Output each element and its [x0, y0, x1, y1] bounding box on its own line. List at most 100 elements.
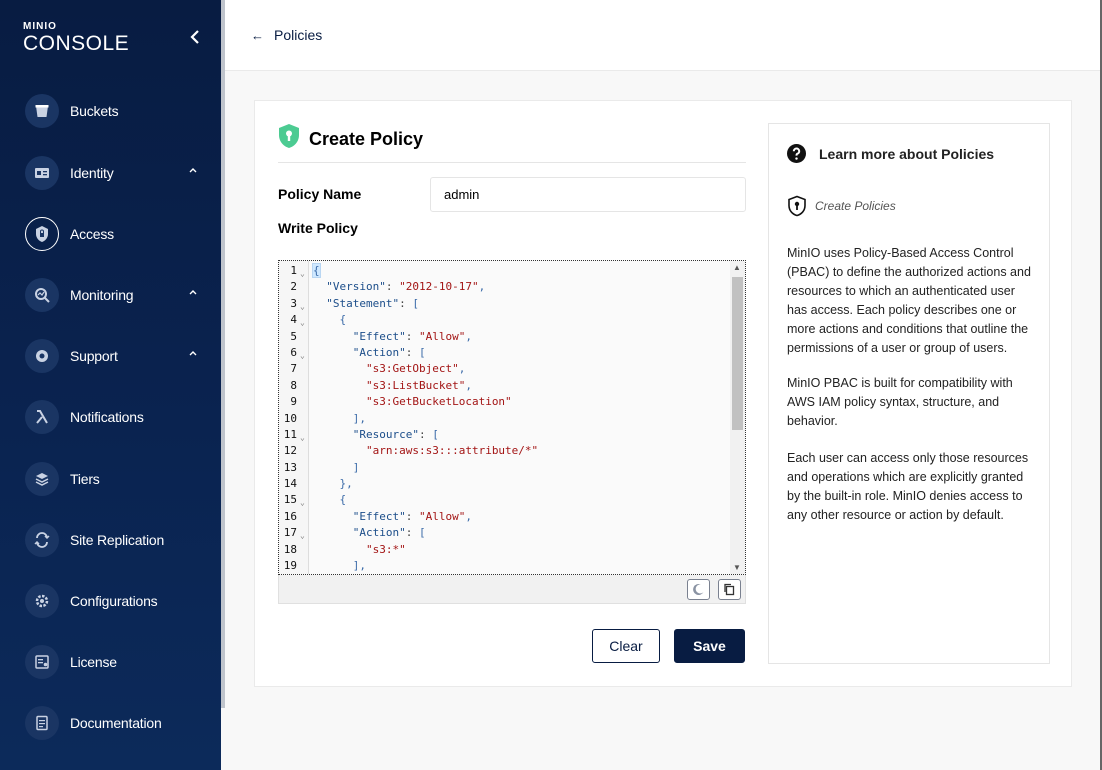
line-code: "s3:GetObject", [365, 362, 466, 376]
line-code: "Statement": [ [326, 296, 419, 310]
line-code: }, [339, 477, 353, 491]
line-number: 12 [283, 444, 297, 458]
code-line[interactable]: 5 "Effect": "Allow", [279, 329, 729, 345]
line-number: 18 [283, 542, 297, 556]
code-line[interactable]: 16 "Effect": "Allow", [279, 509, 729, 525]
arrow-left-icon: ← [251, 27, 264, 43]
sidebar-item-documentation[interactable]: Documentation [25, 705, 215, 741]
line-code: { [339, 313, 347, 327]
collapse-sidebar-button[interactable] [190, 30, 208, 52]
line-code: "s3:*" [365, 542, 406, 556]
help-title-row: Learn more about Policies [787, 144, 994, 163]
sidebar-item-label: Buckets [70, 103, 119, 119]
help-paragraph: Each user can access only those resource… [787, 451, 1029, 522]
line-number: 19 [283, 559, 297, 573]
page-header: ← Policies [225, 0, 1102, 71]
help-title: Learn more about Policies [819, 145, 995, 162]
line-number: 16 [283, 509, 297, 523]
code-line[interactable]: 9 "s3:GetBucketLocation" [279, 394, 729, 410]
monitoring-icon [25, 278, 59, 312]
code-line[interactable]: 13 ] [279, 460, 729, 476]
line-code: ] [352, 460, 360, 474]
code-line[interactable]: 7 "s3:GetObject", [279, 361, 729, 377]
line-number: 13 [283, 460, 297, 474]
code-line[interactable]: 17 ⌄ "Action": [ [279, 525, 729, 541]
code-line[interactable]: 2 "Version": "2012-10-17", [279, 279, 729, 295]
help-paragraph: MinIO uses Policy-Based Access Control (… [787, 246, 1031, 355]
sidebar-item-label: Notifications [70, 409, 144, 425]
line-number: 8 [290, 378, 297, 392]
create-policies-link[interactable]: Create Policies [787, 195, 896, 217]
editor-scroll-thumb[interactable] [732, 277, 743, 430]
sidebar-scrollbar[interactable] [221, 0, 225, 708]
sidebar: MINIO CONSOLE Buckets Identity Access Mo… [0, 0, 221, 770]
sidebar-item-site-replication[interactable]: Site Replication [25, 522, 215, 558]
sidebar-item-buckets[interactable]: Buckets [25, 93, 215, 129]
policy-code-editor[interactable]: 1 ⌄{2 "Version": "2012-10-17", 3 ⌄ "Stateme… [278, 260, 746, 575]
line-number: 2 [290, 280, 297, 294]
chevron-up-icon [189, 290, 197, 295]
editor-code-lines: 1 ⌄{2 "Version": "2012-10-17", 3 ⌄ "Stateme… [279, 263, 729, 574]
code-line[interactable]: 10 ], [279, 411, 729, 427]
scroll-up-icon[interactable]: ▲ [733, 263, 741, 272]
sidebar-item-monitoring[interactable]: Monitoring [25, 277, 215, 313]
logo-top-text: MINIO [23, 21, 57, 32]
sidebar-item-label: Support [70, 348, 118, 364]
moon-icon [693, 583, 704, 595]
sidebar-item-license[interactable]: License [25, 644, 215, 680]
code-line[interactable]: 1 ⌄{ [279, 263, 729, 279]
line-code: "Resource": [ [352, 427, 439, 441]
code-line[interactable]: 18 "s3:*" [279, 542, 729, 558]
line-code: "Effect": "Allow", [352, 509, 472, 523]
sidebar-item-configurations[interactable]: Configurations [25, 583, 215, 619]
line-code: { [312, 263, 321, 278]
code-line[interactable]: 4 ⌄ { [279, 312, 729, 328]
line-code: "Effect": "Allow", [352, 329, 472, 343]
document-icon [25, 706, 59, 740]
clear-button[interactable]: Clear [592, 629, 660, 663]
page-title-row: Create Policy [278, 123, 746, 163]
theme-toggle-button[interactable] [687, 579, 710, 600]
editor-toolbar [278, 575, 746, 604]
code-line[interactable]: 12 "arn:aws:s3:::attribute/*" [279, 443, 729, 459]
sidebar-item-access[interactable]: Access [25, 216, 215, 252]
sidebar-item-label: Documentation [70, 715, 162, 731]
policy-name-input[interactable] [430, 177, 746, 212]
shield-icon [279, 124, 299, 148]
policy-name-label: Policy Name [278, 186, 362, 202]
sidebar-item-label: Monitoring [70, 287, 134, 303]
code-line[interactable]: 19 ], [279, 558, 729, 574]
code-line[interactable]: 3 ⌄ "Statement": [ [279, 296, 729, 312]
line-code: "Action": [ [352, 345, 426, 359]
line-number: 4 [290, 313, 297, 327]
bucket-icon [25, 94, 59, 128]
sidebar-item-identity[interactable]: Identity [25, 155, 215, 191]
create-policies-link-label: Create Policies [815, 199, 896, 213]
line-code: "arn:aws:s3:::attribute/*" [365, 444, 539, 458]
code-line[interactable]: 15 ⌄ { [279, 492, 729, 508]
scroll-down-icon[interactable]: ▼ [733, 563, 741, 572]
copy-button[interactable] [718, 579, 741, 600]
line-number: 5 [290, 329, 297, 343]
logo-main-text: CONSOLE [23, 32, 130, 55]
help-box: Learn more about Policies Create Policie… [768, 123, 1050, 664]
lambda-icon [25, 400, 59, 434]
code-line[interactable]: 6 ⌄ "Action": [ [279, 345, 729, 361]
sidebar-item-notifications[interactable]: Notifications [25, 399, 215, 435]
write-policy-label: Write Policy [278, 220, 358, 236]
back-to-policies-link[interactable]: ← Policies [251, 27, 322, 43]
code-line[interactable]: 8 "s3:ListBucket", [279, 378, 729, 394]
editor-scrollbar[interactable]: ▲ ▼ [730, 261, 745, 574]
sidebar-item-support[interactable]: Support [25, 338, 215, 374]
lock-shield-icon [25, 217, 59, 251]
minio-console-logo[interactable]: MINIO CONSOLE [23, 22, 129, 56]
shield-icon [788, 195, 806, 217]
sidebar-item-tiers[interactable]: Tiers [25, 461, 215, 497]
save-button[interactable]: Save [674, 629, 745, 663]
support-icon [25, 339, 59, 373]
chevron-left-icon [190, 30, 199, 44]
code-line[interactable]: 14 }, [279, 476, 729, 492]
chevron-up-icon [189, 168, 197, 173]
license-icon [25, 645, 59, 679]
code-line[interactable]: 11 ⌄ "Resource": [ [279, 427, 729, 443]
